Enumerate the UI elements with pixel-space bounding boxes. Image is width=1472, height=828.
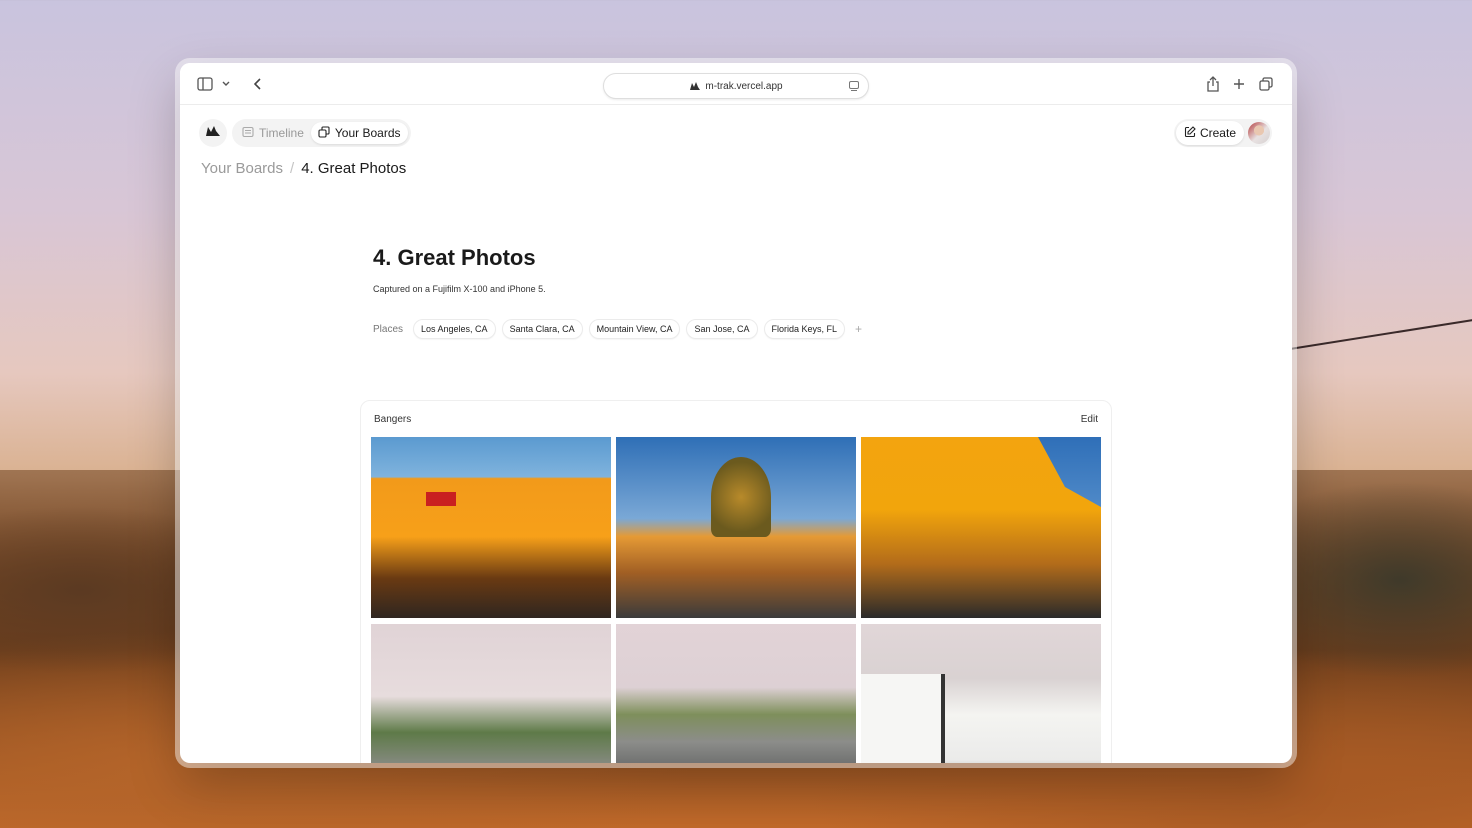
- tab-timeline[interactable]: Timeline: [235, 122, 311, 144]
- browser-toolbar: m-trak.vercel.app: [180, 63, 1292, 105]
- tab-your-boards-label: Your Boards: [334, 126, 401, 140]
- tab-timeline-label: Timeline: [259, 126, 304, 140]
- photo-thumbnail[interactable]: [371, 437, 611, 618]
- sidebar-icon[interactable]: [196, 75, 214, 93]
- edit-icon: [1184, 125, 1196, 141]
- main-nav: Timeline Your Boards: [199, 118, 411, 148]
- home-button[interactable]: [199, 119, 227, 147]
- avatar[interactable]: [1248, 122, 1270, 144]
- logo-icon: [205, 124, 221, 142]
- back-icon[interactable]: [249, 75, 267, 93]
- photo-thumbnail[interactable]: [616, 624, 856, 763]
- photo-thumbnail[interactable]: [371, 624, 611, 763]
- places-row: Places Los Angeles, CA Santa Clara, CA M…: [373, 318, 862, 340]
- address-url: m-trak.vercel.app: [705, 80, 783, 92]
- photo-grid: [371, 437, 1101, 763]
- site-favicon-icon: [689, 81, 701, 91]
- collection-card: Bangers Edit: [360, 400, 1112, 763]
- add-place-button[interactable]: +: [855, 322, 862, 336]
- header-actions: Create: [1173, 119, 1272, 147]
- tabs-icon[interactable]: [1257, 75, 1275, 93]
- place-tag[interactable]: San Jose, CA: [686, 319, 758, 339]
- places-label: Places: [373, 323, 404, 335]
- photo-thumbnail[interactable]: [616, 437, 856, 618]
- create-button[interactable]: Create: [1175, 121, 1244, 145]
- board-description: Captured on a Fujifilm X-100 and iPhone …: [373, 284, 546, 294]
- browser-window: m-trak.vercel.app Timeline Your Boards Y…: [180, 63, 1292, 763]
- photo-thumbnail[interactable]: [861, 437, 1101, 618]
- chevron-down-icon[interactable]: [217, 75, 235, 93]
- edit-collection-button[interactable]: Edit: [1081, 414, 1098, 425]
- nav-segmented-control: Timeline Your Boards: [232, 119, 411, 147]
- share-icon[interactable]: [1204, 75, 1222, 93]
- breadcrumb: Your Boards / 4. Great Photos: [201, 160, 406, 177]
- breadcrumb-current: 4. Great Photos: [301, 160, 407, 177]
- place-tag[interactable]: Mountain View, CA: [588, 319, 681, 339]
- collection-header: Bangers Edit: [361, 401, 1111, 437]
- place-tag[interactable]: Santa Clara, CA: [501, 319, 583, 339]
- collection-title: Bangers: [374, 413, 412, 425]
- breadcrumb-separator: /: [290, 160, 295, 177]
- address-bar[interactable]: m-trak.vercel.app: [603, 73, 869, 99]
- reader-icon[interactable]: [848, 80, 860, 95]
- breadcrumb-root-link[interactable]: Your Boards: [201, 160, 283, 177]
- tab-your-boards[interactable]: Your Boards: [310, 122, 408, 144]
- page-title: 4. Great Photos: [373, 245, 536, 270]
- create-button-label: Create: [1199, 126, 1236, 140]
- place-tag[interactable]: Florida Keys, FL: [763, 319, 846, 339]
- plus-icon[interactable]: [1230, 75, 1248, 93]
- photo-thumbnail[interactable]: [861, 624, 1101, 763]
- app-content: Timeline Your Boards Your Boards / 4. Gr…: [180, 105, 1292, 763]
- timeline-icon: [242, 126, 254, 141]
- boards-icon: [318, 125, 330, 141]
- place-tag[interactable]: Los Angeles, CA: [413, 319, 496, 339]
- background-wire: [1289, 316, 1472, 350]
